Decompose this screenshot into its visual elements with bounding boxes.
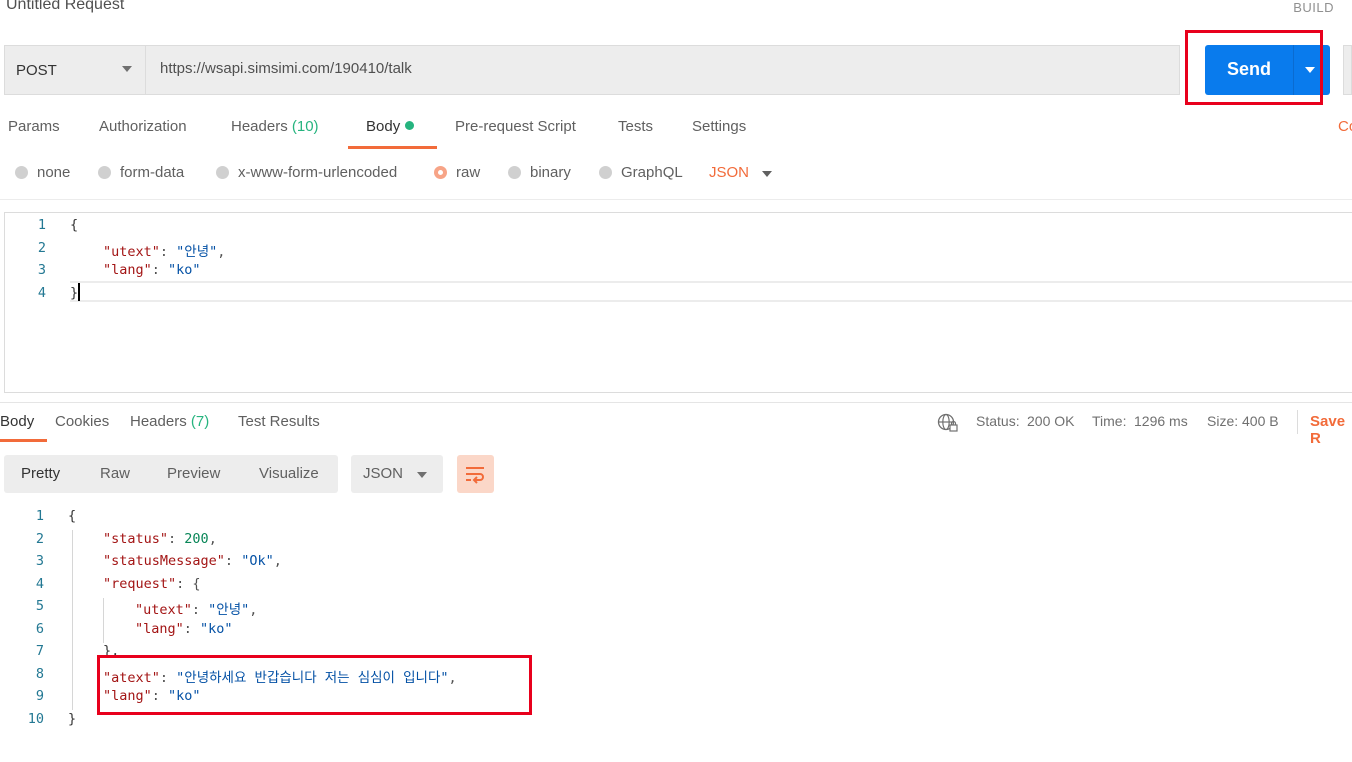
- modified-dot-icon: [405, 121, 415, 130]
- method-select[interactable]: POST: [4, 45, 146, 95]
- tab-params[interactable]: Params: [8, 118, 60, 135]
- view-visualize[interactable]: Visualize: [259, 465, 319, 482]
- current-line-highlight: [70, 281, 1352, 302]
- code-line: "request": {: [103, 576, 201, 592]
- tab-headers-label: Headers: [231, 118, 288, 135]
- status-label: Status:: [976, 413, 1020, 429]
- chevron-down-icon: [122, 66, 132, 72]
- mode-form-data-label: form-data: [120, 164, 185, 181]
- code-line: "lang": "ko": [135, 621, 233, 637]
- tab-settings[interactable]: Settings: [692, 118, 746, 135]
- line-number: 8: [35, 666, 44, 682]
- line-number: 3: [35, 553, 44, 569]
- view-pretty[interactable]: Pretty: [21, 465, 60, 482]
- time-value[interactable]: 1296 ms: [1134, 413, 1188, 429]
- line-number: 10: [27, 711, 44, 727]
- active-tab-indicator: [0, 439, 47, 442]
- code-brace: }: [68, 711, 77, 727]
- tab-authorization[interactable]: Authorization: [99, 118, 187, 135]
- line-number: 2: [37, 240, 46, 256]
- radio-form-data[interactable]: [98, 166, 111, 179]
- code-line: "statusMessage": "Ok",: [103, 553, 282, 569]
- cookies-link[interactable]: Co: [1338, 118, 1352, 135]
- radio-graphql[interactable]: [599, 166, 612, 179]
- text-cursor: [78, 283, 80, 301]
- line-number: 2: [35, 531, 44, 547]
- size-value[interactable]: 400 B: [1242, 413, 1279, 429]
- mode-graphql[interactable]: GraphQL: [599, 164, 683, 181]
- response-format-value: JSON: [363, 465, 404, 482]
- response-tab-test-results[interactable]: Test Results: [238, 413, 320, 430]
- request-title: Untitled Request: [6, 0, 125, 13]
- mode-none-label: none: [37, 164, 71, 181]
- radio-binary[interactable]: [508, 166, 521, 179]
- mode-binary[interactable]: binary: [508, 164, 571, 181]
- tab-prerequest-script[interactable]: Pre-request Script: [455, 118, 576, 135]
- line-number: 7: [35, 643, 44, 659]
- line-number: 4: [37, 285, 46, 301]
- time-label: Time:: [1092, 413, 1127, 429]
- highlight-box-send: [1185, 30, 1323, 105]
- size-label: Size:: [1207, 413, 1239, 429]
- mode-urlencoded-label: x-www-form-urlencoded: [238, 164, 398, 181]
- radio-urlencoded[interactable]: [216, 166, 229, 179]
- save-response-button[interactable]: Save R: [1310, 413, 1352, 447]
- response-tab-headers[interactable]: Headers (7): [130, 413, 209, 430]
- mode-graphql-label: GraphQL: [621, 164, 683, 181]
- line-number: 3: [37, 262, 46, 278]
- response-tab-cookies[interactable]: Cookies: [55, 413, 109, 430]
- line-number: 5: [35, 598, 44, 614]
- view-mode-segment: Pretty Raw Preview Visualize: [4, 455, 338, 493]
- tab-headers-count: (10): [291, 118, 319, 135]
- divider: [1297, 410, 1298, 434]
- indent-guide: [72, 530, 73, 710]
- tab-headers[interactable]: Headers (10): [231, 118, 319, 135]
- code-line: "utext": "안녕",: [103, 244, 226, 260]
- chevron-down-icon: [417, 472, 427, 478]
- globe-lock-icon[interactable]: [937, 413, 959, 433]
- code-line: "lang": "ko": [103, 262, 201, 278]
- tab-tests[interactable]: Tests: [618, 118, 653, 135]
- line-number: 1: [37, 217, 46, 233]
- response-format-select[interactable]: JSON: [351, 455, 443, 493]
- wrap-lines-icon: [466, 467, 484, 484]
- tab-body-label: Body: [366, 118, 401, 135]
- line-number: 6: [35, 621, 44, 637]
- line-number: 9: [35, 688, 44, 704]
- code-brace: }: [70, 285, 79, 301]
- line-number: 4: [35, 576, 44, 592]
- mode-form-data[interactable]: form-data: [98, 164, 184, 181]
- body-format-select[interactable]: JSON: [709, 164, 749, 181]
- view-preview[interactable]: Preview: [167, 465, 220, 482]
- mode-raw[interactable]: raw: [434, 164, 480, 181]
- code-line: "status": 200,: [103, 531, 217, 547]
- line-number: 1: [35, 508, 44, 524]
- url-input[interactable]: https://wsapi.simsimi.com/190410/talk: [160, 60, 412, 77]
- divider: [0, 402, 1352, 403]
- response-tab-headers-count: (7): [190, 413, 210, 430]
- wrap-lines-button[interactable]: [457, 455, 494, 493]
- code-brace: {: [70, 217, 79, 233]
- highlight-box-response: [97, 655, 532, 715]
- code-line: "utext": "안녕",: [135, 602, 258, 618]
- tab-body[interactable]: Body: [366, 118, 415, 135]
- active-tab-indicator: [348, 146, 437, 149]
- mode-raw-label: raw: [456, 164, 481, 181]
- indent-guide: [103, 598, 104, 643]
- response-tab-body[interactable]: Body: [0, 413, 34, 430]
- view-raw[interactable]: Raw: [100, 465, 130, 482]
- mode-none[interactable]: none: [15, 164, 70, 181]
- chevron-down-icon[interactable]: [762, 171, 772, 177]
- method-value: POST: [16, 61, 57, 79]
- code-brace: {: [68, 508, 77, 524]
- build-mode-label[interactable]: BUILD: [1293, 0, 1334, 15]
- mode-binary-label: binary: [530, 164, 571, 181]
- divider: [0, 199, 1352, 200]
- radio-none[interactable]: [15, 166, 28, 179]
- mode-urlencoded[interactable]: x-www-form-urlencoded: [216, 164, 397, 181]
- response-tab-headers-label: Headers: [130, 413, 187, 430]
- radio-raw-selected[interactable]: [434, 166, 447, 179]
- status-value[interactable]: 200 OK: [1027, 413, 1074, 429]
- save-button-edge[interactable]: [1343, 45, 1352, 95]
